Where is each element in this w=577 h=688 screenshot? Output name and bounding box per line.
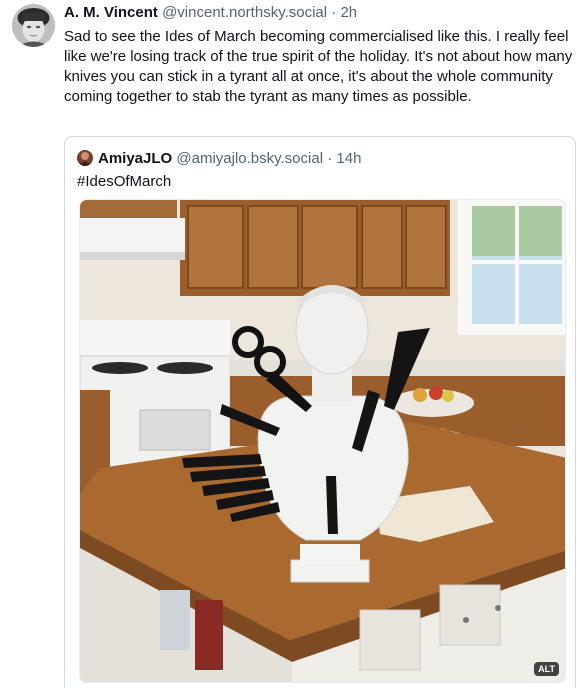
quote-separator-dot: · bbox=[327, 150, 333, 167]
post: A. M. Vincent @vincent.northsky.social ·… bbox=[0, 0, 577, 688]
post-timestamp[interactable]: 2h bbox=[340, 4, 357, 21]
media-image[interactable]: ALT bbox=[79, 199, 566, 683]
quote-avatar bbox=[77, 150, 93, 166]
quote-avatar-icon bbox=[77, 150, 93, 166]
avatar[interactable] bbox=[12, 4, 55, 47]
separator-dot: · bbox=[331, 4, 337, 21]
alt-text-badge[interactable]: ALT bbox=[534, 662, 559, 676]
post-text: Sad to see the Ides of March becoming co… bbox=[64, 28, 573, 105]
quote-post-card[interactable]: AmiyaJLO @amiyajlo.bsky.social · 14h #Id… bbox=[64, 136, 576, 688]
quote-author-handle[interactable]: @amiyajlo.bsky.social bbox=[176, 150, 323, 167]
author-handle[interactable]: @vincent.northsky.social bbox=[162, 4, 327, 21]
quote-header: AmiyaJLO @amiyajlo.bsky.social · 14h bbox=[77, 150, 361, 168]
quote-hashtag[interactable]: #IdesOfMarch bbox=[77, 173, 171, 191]
avatar-portrait-icon bbox=[12, 4, 55, 47]
author-display-name[interactable]: A. M. Vincent bbox=[64, 4, 158, 21]
quote-timestamp[interactable]: 14h bbox=[336, 150, 361, 167]
quote-author-display-name[interactable]: AmiyaJLO bbox=[98, 150, 172, 167]
kitchen-photo-image bbox=[80, 200, 565, 682]
post-header: A. M. Vincent @vincent.northsky.social ·… bbox=[64, 4, 357, 22]
